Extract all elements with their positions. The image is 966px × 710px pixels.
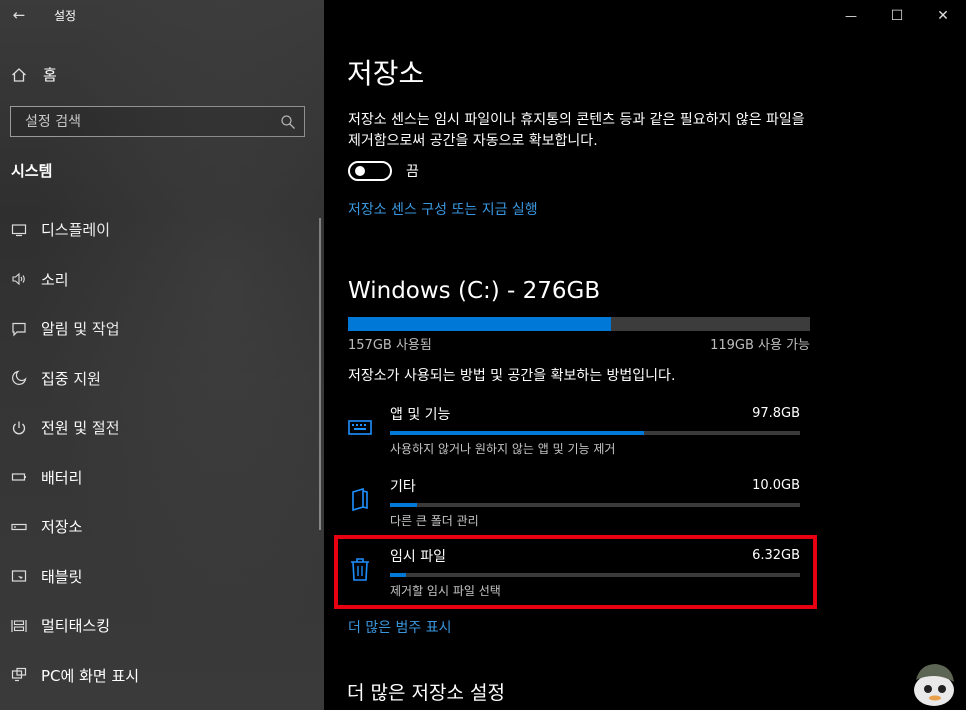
category-size: 97.8GB: [752, 406, 800, 421]
page-title: 저장소: [347, 57, 425, 90]
apps-icon: [348, 420, 372, 435]
sidebar-item-label: 소리: [41, 270, 69, 289]
category-usage-fill: [390, 431, 645, 435]
sidebar-item-label: 집중 지원: [41, 369, 101, 388]
category-subtitle: 사용하지 않거나 원하지 않는 앱 및 기능 제거: [390, 442, 616, 456]
nav-list: 디스플레이 소리 알림 및 작업 집중 지원 전원 및 절전 배터리 저장소 태…: [0, 205, 324, 700]
sidebar-item-label: 태블릿: [41, 567, 83, 586]
mascot-avatar: [914, 664, 954, 706]
category-name: 기타: [390, 479, 416, 495]
category-usage-bar: [390, 503, 800, 507]
other-files-icon: [352, 487, 368, 512]
sidebar-item-sound[interactable]: 소리: [0, 255, 324, 305]
sidebar-item-multitasking[interactable]: 멀티태스킹: [0, 601, 324, 651]
section-title: 시스템: [11, 162, 53, 180]
speaker-icon: [12, 273, 25, 286]
category-usage-fill: [390, 503, 417, 507]
more-storage-settings-title: 더 많은 저장소 설정: [347, 682, 505, 704]
power-icon: [12, 421, 26, 435]
drive-available-label: 119GB 사용 가능: [710, 338, 810, 353]
configure-storage-sense-link[interactable]: 저장소 센스 구성 또는 지금 실행: [348, 199, 538, 219]
toggle-state-label: 끔: [406, 164, 419, 180]
sidebar-item-notifications[interactable]: 알림 및 작업: [0, 304, 324, 354]
home-nav-item[interactable]: 홈: [11, 64, 57, 85]
home-label: 홈: [43, 66, 57, 84]
category-usage-bar: [390, 431, 800, 435]
back-arrow-icon[interactable]: ←: [12, 6, 26, 24]
category-name: 앱 및 기능: [390, 407, 451, 423]
multitasking-icon: [11, 619, 27, 632]
category-apps-features[interactable]: 앱 및 기능 97.8GB 사용하지 않거나 원하지 않는 앱 및 기능 제거: [348, 400, 800, 458]
usage-info-text: 저장소가 사용되는 방법 및 공간을 확보하는 방법입니다.: [348, 368, 676, 384]
notification-icon: [12, 322, 26, 337]
sidebar-item-label: 배터리: [41, 468, 83, 487]
app-title: 설정: [54, 8, 77, 23]
sidebar-item-label: PC에 화면 표시: [41, 666, 140, 685]
battery-icon: [11, 473, 26, 481]
sidebar-scrollbar[interactable]: [319, 218, 321, 530]
search-icon[interactable]: [280, 114, 296, 130]
storage-sense-toggle[interactable]: [348, 161, 392, 181]
sidebar-item-tablet[interactable]: 태블릿: [0, 552, 324, 602]
storage-sense-toggle-row: 끔: [348, 161, 419, 181]
minimize-button[interactable]: —: [828, 0, 874, 32]
sidebar-item-storage[interactable]: 저장소: [0, 502, 324, 552]
sidebar-titlebar: ← 설정: [12, 6, 76, 24]
drive-usage-fill: [348, 317, 611, 331]
sidebar-item-label: 저장소: [41, 518, 83, 537]
drive-usage-bar: [348, 317, 810, 331]
sidebar-item-label: 알림 및 작업: [41, 320, 120, 339]
settings-search-input[interactable]: [25, 113, 265, 130]
category-other[interactable]: 기타 10.0GB 다른 큰 폴더 관리: [348, 472, 800, 530]
home-icon: [12, 67, 26, 82]
sidebar-item-power-sleep[interactable]: 전원 및 절전: [0, 403, 324, 453]
drive-title: Windows (C:) - 276GB: [348, 278, 601, 304]
project-icon: [11, 668, 27, 682]
settings-search-box[interactable]: [10, 106, 305, 137]
sidebar-item-battery[interactable]: 배터리: [0, 453, 324, 503]
temporary-files-highlight: [334, 535, 817, 609]
sidebar-item-label: 디스플레이: [41, 221, 111, 240]
toggle-knob: [355, 166, 365, 176]
sidebar: ← 설정 홈 시스템 디스플레이 소리 알림 및 작업 집중 지원: [0, 0, 324, 710]
moon-icon: [12, 370, 27, 386]
category-size: 10.0GB: [752, 478, 800, 493]
close-button[interactable]: ✕: [920, 0, 966, 32]
show-more-categories-link[interactable]: 더 많은 범주 표시: [348, 617, 452, 637]
maximize-button[interactable]: ☐: [874, 0, 920, 32]
monitor-icon: [11, 224, 27, 236]
sidebar-item-focus-assist[interactable]: 집중 지원: [0, 354, 324, 404]
storage-icon: [11, 523, 27, 530]
tablet-icon: [11, 570, 27, 582]
sidebar-item-label: 멀티태스킹: [41, 617, 111, 636]
drive-used-label: 157GB 사용됨: [348, 338, 432, 353]
window-controls: — ☐ ✕: [828, 0, 966, 32]
category-subtitle: 다른 큰 폴더 관리: [390, 514, 479, 528]
sidebar-item-display[interactable]: 디스플레이: [0, 205, 324, 255]
sidebar-item-project-to-pc[interactable]: PC에 화면 표시: [0, 651, 324, 701]
sidebar-item-label: 전원 및 절전: [41, 419, 120, 438]
storage-sense-description: 저장소 센스는 임시 파일이나 휴지통의 콘텐츠 등과 같은 필요하지 않은 파…: [348, 112, 805, 149]
